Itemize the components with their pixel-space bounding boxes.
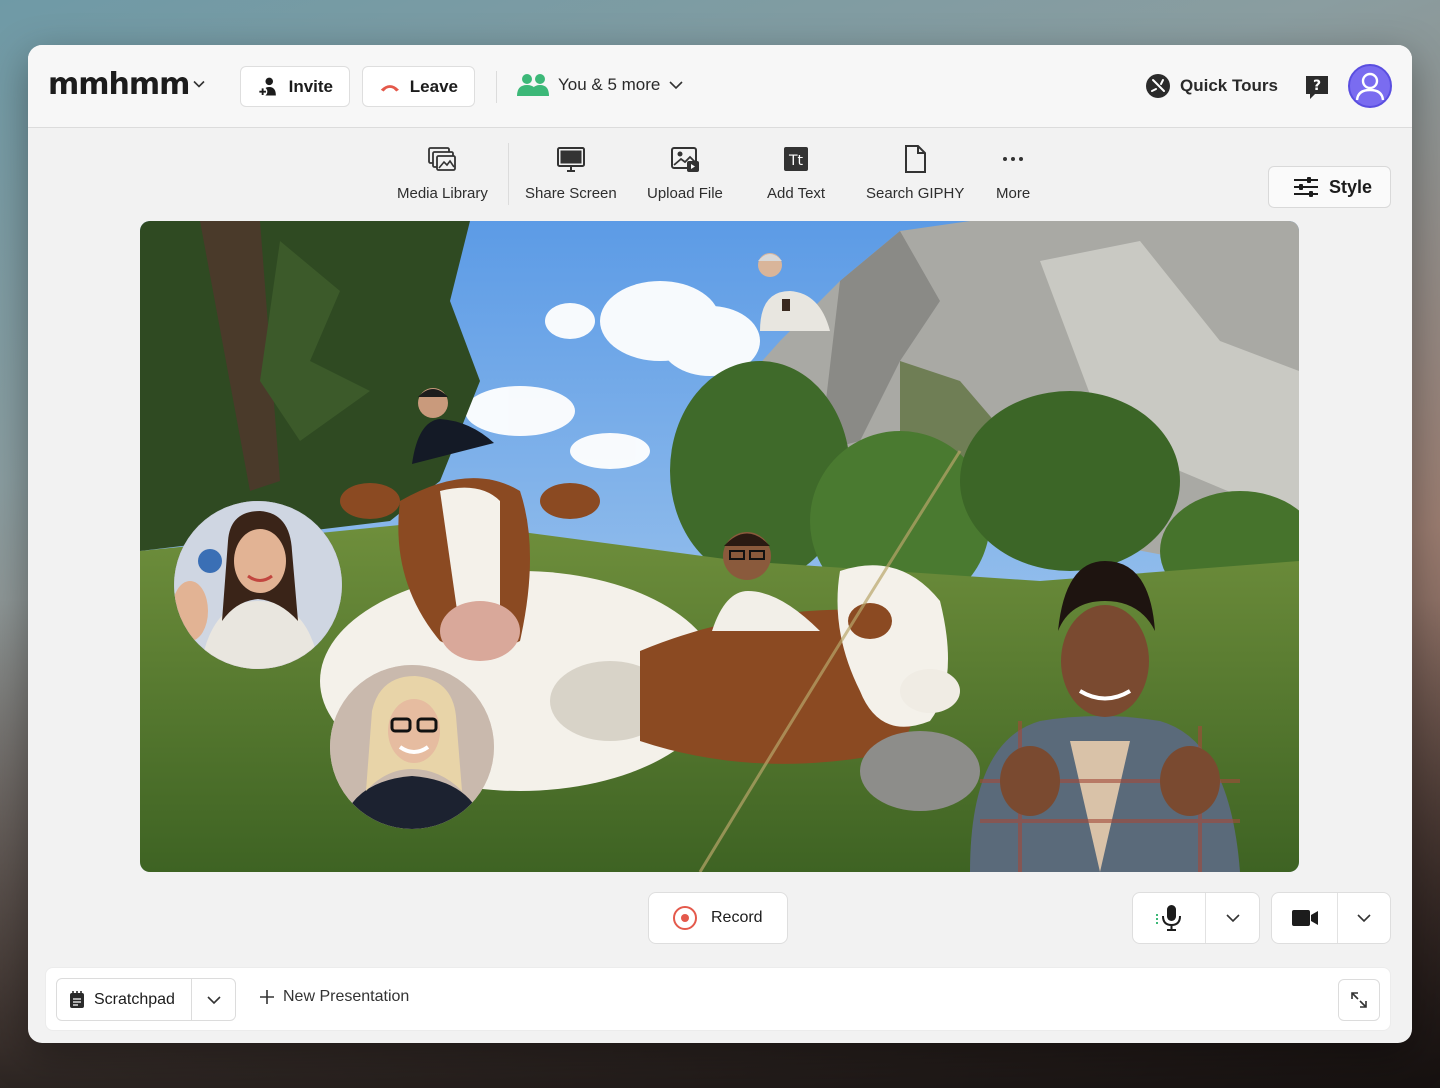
svg-text:?: ? bbox=[1313, 78, 1321, 94]
search-giphy-label: Search GIPHY bbox=[866, 185, 965, 202]
presentation-bar: Scratchpad New Presentation bbox=[45, 967, 1391, 1031]
chevron-down-icon bbox=[1357, 914, 1371, 923]
microphone-control bbox=[1132, 892, 1260, 944]
new-presentation-label: New Presentation bbox=[283, 988, 410, 1005]
camera-toggle-button[interactable] bbox=[1272, 893, 1337, 943]
header-divider bbox=[496, 71, 497, 103]
share-screen-label: Share Screen bbox=[525, 185, 617, 202]
chevron-down-icon bbox=[1225, 914, 1240, 923]
svg-text:Tt: Tt bbox=[788, 153, 804, 169]
sliders-icon bbox=[1294, 177, 1318, 197]
record-label: Record bbox=[711, 909, 763, 926]
file-icon bbox=[905, 145, 927, 173]
participants-label: You & 5 more bbox=[558, 75, 661, 94]
toolbar: Media Library Share Screen Upload File T… bbox=[28, 129, 1412, 219]
rock bbox=[860, 731, 980, 811]
leave-button[interactable]: Leave bbox=[362, 66, 475, 107]
user-icon bbox=[1355, 72, 1385, 101]
chevron-down-icon bbox=[669, 81, 683, 90]
leave-label: Leave bbox=[409, 76, 458, 96]
video-camera-icon bbox=[1291, 910, 1318, 926]
record-icon bbox=[673, 906, 697, 930]
upload-image-icon bbox=[670, 147, 699, 172]
invite-label: Invite bbox=[288, 76, 333, 96]
presentation-stage[interactable] bbox=[140, 221, 1299, 872]
text-icon: Tt bbox=[784, 147, 809, 171]
quick-tours-button[interactable]: Quick Tours bbox=[1145, 73, 1278, 99]
camera-options-dropdown[interactable] bbox=[1338, 893, 1390, 943]
record-button[interactable]: Record bbox=[648, 892, 788, 944]
add-person-icon bbox=[257, 77, 276, 96]
style-label: Style bbox=[1329, 176, 1373, 197]
microphone-icon bbox=[1156, 905, 1181, 931]
hang-up-icon bbox=[380, 84, 399, 92]
chevron-down-icon bbox=[206, 995, 221, 1004]
media-library-icon bbox=[428, 147, 457, 171]
search-giphy-button[interactable]: Search GIPHY bbox=[866, 143, 964, 202]
new-presentation-button[interactable]: New Presentation bbox=[259, 988, 409, 1006]
more-label: More bbox=[996, 185, 1031, 202]
compass-icon bbox=[1146, 74, 1170, 98]
notepad-icon bbox=[70, 990, 84, 1008]
ellipsis-icon bbox=[1003, 157, 1024, 161]
help-icon[interactable]: ? bbox=[1304, 74, 1330, 100]
participants-dropdown[interactable]: You & 5 more bbox=[516, 73, 684, 97]
scratchpad-button[interactable]: Scratchpad bbox=[57, 979, 191, 1020]
media-library-label: Media Library bbox=[397, 185, 488, 202]
scratchpad-label: Scratchpad bbox=[94, 990, 175, 1008]
people-icon bbox=[517, 74, 549, 96]
style-button[interactable]: Style bbox=[1268, 166, 1391, 208]
user-avatar[interactable] bbox=[1348, 64, 1392, 108]
invite-button[interactable]: Invite bbox=[240, 66, 350, 107]
scratchpad-selector[interactable]: Scratchpad bbox=[56, 978, 236, 1021]
mic-options-dropdown[interactable] bbox=[1206, 893, 1259, 943]
app-logo[interactable]: mmhmm bbox=[48, 67, 190, 102]
expand-button[interactable] bbox=[1338, 979, 1380, 1021]
stage-scene bbox=[140, 221, 1299, 872]
scratchpad-dropdown[interactable] bbox=[192, 979, 235, 1020]
plus-icon bbox=[260, 990, 274, 1004]
top-bar: mmhmm Invite Leave You & 5 more Quick To… bbox=[28, 45, 1412, 128]
expand-icon bbox=[1351, 992, 1367, 1008]
upload-file-label: Upload File bbox=[647, 185, 723, 202]
add-text-button[interactable]: Tt Add Text bbox=[767, 143, 825, 202]
quick-tours-label: Quick Tours bbox=[1180, 76, 1278, 95]
more-button[interactable]: More bbox=[996, 143, 1030, 202]
chevron-down-icon[interactable] bbox=[192, 77, 206, 91]
mic-toggle-button[interactable] bbox=[1133, 893, 1205, 943]
media-library-button[interactable]: Media Library bbox=[397, 143, 488, 202]
upload-file-button[interactable]: Upload File bbox=[647, 143, 723, 202]
camera-control bbox=[1271, 892, 1391, 944]
app-window: mmhmm Invite Leave You & 5 more Quick To… bbox=[28, 45, 1412, 1043]
monitor-icon bbox=[556, 147, 585, 172]
toolbar-divider bbox=[508, 143, 509, 205]
share-screen-button[interactable]: Share Screen bbox=[525, 143, 617, 202]
add-text-label: Add Text bbox=[767, 185, 826, 202]
